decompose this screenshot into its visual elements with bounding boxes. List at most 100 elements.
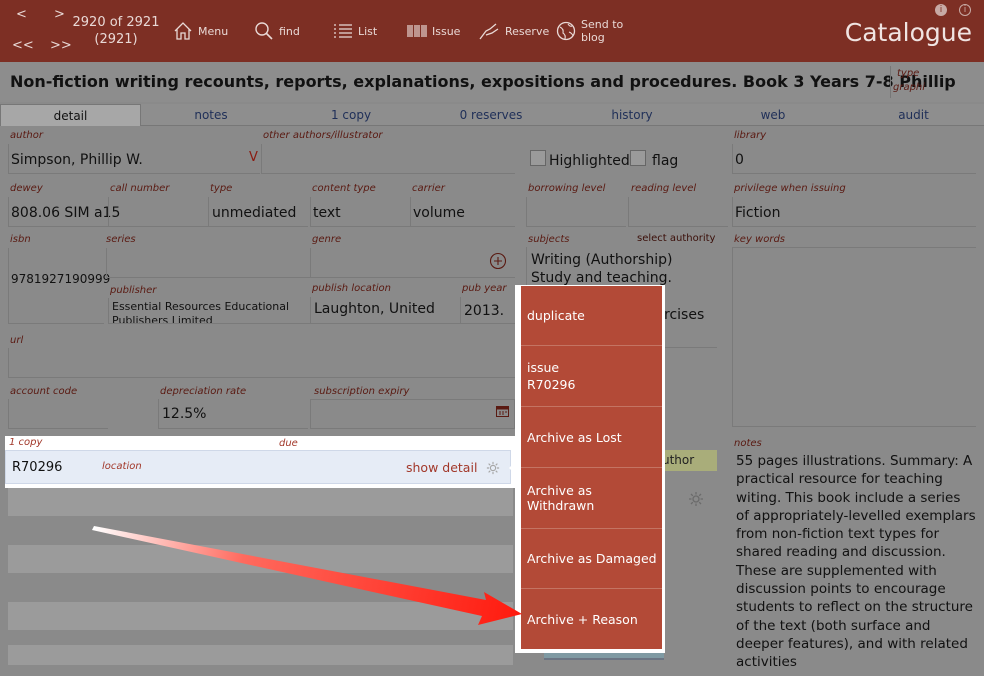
menu-item-label: issue bbox=[527, 360, 560, 375]
type-label: type bbox=[897, 68, 920, 79]
reserve-button[interactable]: Reserve bbox=[478, 18, 549, 44]
last-record-button[interactable]: >> bbox=[50, 38, 72, 53]
tab-copies[interactable]: 1 copy bbox=[281, 104, 421, 126]
title-bar: Non-fiction writing recounts, reports, e… bbox=[0, 62, 984, 102]
globe-icon bbox=[556, 21, 576, 41]
isbn-label: isbn bbox=[10, 234, 31, 245]
issue-button[interactable]: Issue bbox=[407, 18, 460, 44]
tab-history[interactable]: history bbox=[561, 104, 703, 126]
type-value: graphi bbox=[893, 82, 926, 93]
notes-text[interactable]: 55 pages illustrations. Summary: A pract… bbox=[736, 452, 976, 672]
gear-icon[interactable] bbox=[688, 491, 704, 511]
copies-header: 1 copy bbox=[9, 437, 43, 448]
author-dropdown-marker[interactable]: V bbox=[249, 150, 258, 165]
tab-web[interactable]: web bbox=[703, 104, 843, 126]
app-title: Catalogue bbox=[844, 18, 972, 47]
tab-audit[interactable]: audit bbox=[843, 104, 984, 126]
publisher-field[interactable]: Essential Resources Educational Publishe… bbox=[108, 298, 310, 324]
search-icon bbox=[254, 21, 274, 41]
author-value: Simpson, Phillip W. bbox=[11, 152, 143, 168]
isbn-field[interactable] bbox=[8, 248, 104, 324]
account-code-label: account code bbox=[10, 386, 78, 397]
menu-item-label: Archive + Reason bbox=[527, 611, 638, 627]
menu-item-archive-damaged[interactable]: Archive as Damaged bbox=[521, 529, 662, 589]
barcode-icon bbox=[407, 23, 427, 39]
copy-list-row-empty bbox=[8, 488, 513, 516]
keywords-field[interactable] bbox=[732, 247, 976, 427]
account-code-field[interactable] bbox=[8, 399, 108, 429]
help-icon[interactable]: i bbox=[959, 4, 971, 16]
menu-item-label: Archive as Withdrawn bbox=[527, 483, 595, 513]
menu-item-label: duplicate bbox=[527, 308, 585, 323]
genre-field[interactable] bbox=[310, 248, 515, 278]
list-label: List bbox=[358, 24, 378, 38]
copy-gear-icon[interactable] bbox=[486, 460, 500, 479]
record-counter: 2920 of 2921 (2921) bbox=[70, 14, 162, 48]
menu-item-archive-lost[interactable]: Archive as Lost bbox=[521, 407, 662, 468]
home-icon bbox=[173, 21, 193, 41]
other-authors-label: other authors/illustrator bbox=[263, 130, 383, 141]
menu-item-issue[interactable]: issue R70296 bbox=[521, 346, 662, 407]
subscription-field[interactable] bbox=[310, 399, 515, 429]
previous-record-button[interactable]: < bbox=[16, 7, 27, 22]
copy-barcode: R70296 bbox=[12, 460, 63, 475]
carrier-label: carrier bbox=[412, 183, 445, 194]
subject-3: rcises bbox=[664, 307, 705, 323]
record-position: 2920 of 2921 bbox=[72, 15, 160, 30]
context-menu-list: duplicate issue R70296 Archive as Lost A… bbox=[521, 286, 662, 649]
first-record-button[interactable]: << bbox=[12, 38, 34, 53]
send-to-blog-button[interactable]: Send to blog bbox=[556, 16, 623, 46]
pub-year-label: pub year bbox=[462, 283, 507, 294]
list-button[interactable]: List bbox=[333, 18, 377, 44]
menu-button[interactable]: Menu bbox=[173, 18, 228, 44]
url-field[interactable] bbox=[8, 348, 515, 378]
menu-item-archive-reason[interactable]: Archive + Reason bbox=[521, 589, 662, 649]
call-number-field[interactable] bbox=[108, 197, 208, 227]
show-detail-link[interactable]: show detail bbox=[406, 460, 477, 475]
menu-item-sublabel: R70296 bbox=[527, 377, 576, 392]
content-type-value: text bbox=[313, 205, 341, 221]
content-type-label: content type bbox=[312, 183, 376, 194]
menu-item-duplicate[interactable]: duplicate bbox=[521, 286, 662, 346]
author-label: author bbox=[10, 130, 43, 141]
select-authority-link[interactable]: select authority bbox=[637, 233, 715, 244]
type-field[interactable]: type graphi bbox=[890, 66, 980, 98]
privilege-label: privilege when issuing bbox=[734, 183, 846, 194]
borrowing-level-field[interactable] bbox=[526, 197, 626, 227]
borrowing-level-label: borrowing level bbox=[528, 183, 606, 194]
publish-location-label: publish location bbox=[312, 283, 391, 294]
dewey-value: 808.06 SIM a15 bbox=[11, 205, 121, 221]
library-label: library bbox=[734, 130, 767, 141]
tab-reserves[interactable]: 0 reserves bbox=[421, 104, 561, 126]
find-button[interactable]: find bbox=[254, 18, 300, 44]
calendar-icon[interactable] bbox=[496, 402, 509, 421]
record-title[interactable]: Non-fiction writing recounts, reports, e… bbox=[10, 72, 956, 91]
carrier-value: volume bbox=[413, 205, 465, 221]
author-button-label: uthor bbox=[662, 453, 695, 467]
library-value: 0 bbox=[735, 152, 744, 168]
reserve-label: Reserve bbox=[505, 24, 550, 38]
publish-location-value: Laughton, United bbox=[314, 301, 435, 317]
location-label: location bbox=[102, 461, 142, 472]
add-genre-icon[interactable] bbox=[489, 252, 507, 274]
highlighted-checkbox[interactable] bbox=[530, 150, 546, 166]
publisher-value: Essential Resources Educational Publishe… bbox=[112, 300, 290, 324]
depreciation-label: depreciation rate bbox=[160, 386, 247, 397]
tab-detail[interactable]: detail bbox=[0, 104, 141, 126]
library-field[interactable] bbox=[732, 144, 976, 174]
menu-item-archive-withdrawn[interactable]: Archive as Withdrawn bbox=[521, 468, 662, 529]
record-total: (2921) bbox=[94, 32, 138, 47]
publish-location-field[interactable]: Laughton, United bbox=[310, 297, 460, 324]
reading-level-field[interactable] bbox=[628, 197, 728, 227]
publisher-label: publisher bbox=[110, 285, 157, 296]
reading-level-label: reading level bbox=[631, 183, 697, 194]
dewey-label: dewey bbox=[10, 183, 43, 194]
keywords-label: key words bbox=[734, 234, 786, 245]
other-authors-field[interactable] bbox=[261, 144, 515, 174]
flag-checkbox[interactable] bbox=[630, 150, 646, 166]
tab-notes[interactable]: notes bbox=[141, 104, 281, 126]
series-field[interactable] bbox=[106, 248, 310, 278]
send-label-line2: blog bbox=[581, 31, 605, 44]
info-icon[interactable]: i bbox=[935, 4, 947, 16]
next-record-button[interactable]: > bbox=[54, 7, 65, 22]
